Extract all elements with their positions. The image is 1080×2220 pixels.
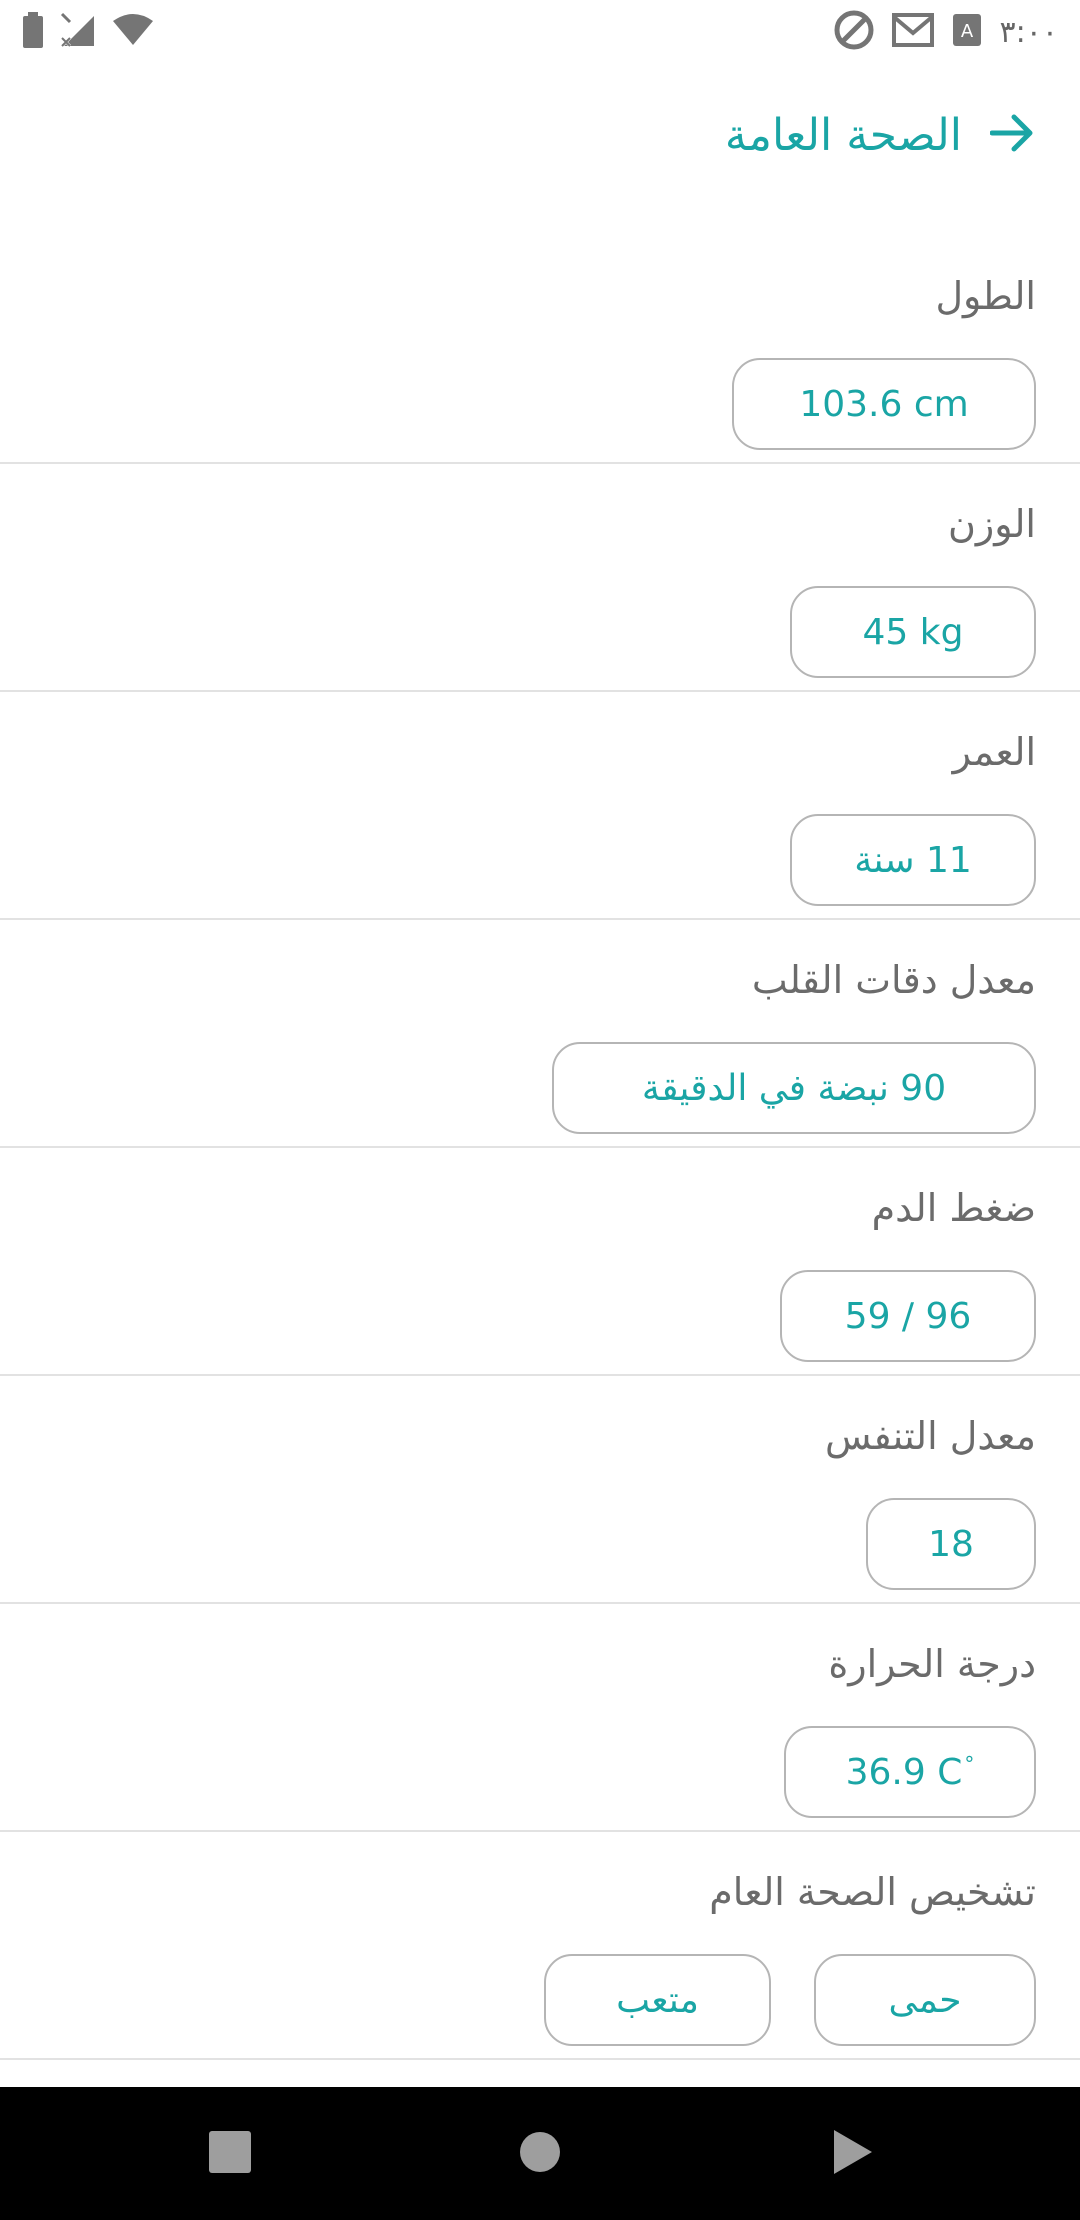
recent-apps-icon	[208, 2130, 252, 2178]
status-left	[22, 12, 154, 52]
header: الصحة العامة	[725, 100, 1036, 170]
do-not-disturb-icon	[834, 10, 874, 54]
respiration-rate-value: 18	[928, 1523, 974, 1565]
heart-rate-value-chip[interactable]: 90 نبضة في الدقيقة	[552, 1042, 1036, 1134]
home-icon	[518, 2130, 562, 2178]
height-value-chip[interactable]: 103.6 cm	[732, 358, 1036, 450]
blood-pressure-value: 59 / 96	[844, 1295, 972, 1337]
respiration-rate-value-chip[interactable]: 18	[866, 1498, 1036, 1590]
height-label: الطول	[935, 274, 1036, 318]
back-nav-button[interactable]	[782, 2087, 922, 2220]
blood-pressure-value-chip[interactable]: 59 / 96	[780, 1270, 1036, 1362]
home-button[interactable]	[470, 2087, 610, 2220]
diagnosis-tag[interactable]: حمى	[814, 1954, 1036, 2046]
blood-pressure-label: ضغط الدم	[871, 1186, 1036, 1230]
temperature-section: درجة الحرارة 36.9 C °	[0, 1604, 1080, 1832]
age-value: 11 سنة	[854, 839, 972, 881]
a-notification-icon: A	[952, 13, 982, 51]
signal-off-icon	[60, 12, 96, 52]
weight-label: الوزن	[947, 502, 1036, 546]
diagnosis-label: تشخيص الصحة العام	[709, 1870, 1036, 1914]
degree-mark: °	[964, 1751, 975, 1776]
temperature-label: درجة الحرارة	[828, 1642, 1036, 1686]
weight-section: الوزن 45 kg	[0, 464, 1080, 692]
height-value: 103.6 cm	[799, 383, 969, 425]
heart-rate-label: معدل دقات القلب	[751, 958, 1036, 1002]
status-bar: A ٣:٠٠	[0, 0, 1080, 64]
heart-rate-section: معدل دقات القلب 90 نبضة في الدقيقة	[0, 920, 1080, 1148]
weight-value: 45 kg	[862, 611, 964, 653]
weight-value-chip[interactable]: 45 kg	[790, 586, 1036, 678]
heart-rate-value: 90 نبضة في الدقيقة	[641, 1067, 947, 1109]
diagnosis-tag-label: حمى	[888, 1979, 962, 2021]
respiration-rate-section: معدل التنفس 18	[0, 1376, 1080, 1604]
height-section: الطول 103.6 cm	[0, 236, 1080, 464]
gmail-icon	[891, 13, 934, 51]
temperature-value-chip[interactable]: 36.9 C °	[784, 1726, 1036, 1818]
age-section: العمر 11 سنة	[0, 692, 1080, 920]
navigation-bar	[0, 2087, 1080, 2220]
status-right: A ٣:٠٠	[834, 10, 1058, 54]
status-time: ٣:٠٠	[999, 14, 1058, 50]
arrow-right-icon	[989, 113, 1034, 157]
diagnosis-tag[interactable]: متعب	[544, 1954, 771, 2046]
age-label: العمر	[952, 730, 1036, 774]
svg-text:A: A	[960, 21, 973, 42]
temperature-value-wrap: 36.9 C °	[846, 1752, 975, 1793]
respiration-rate-label: معدل التنفس	[824, 1414, 1036, 1458]
back-icon	[830, 2128, 874, 2180]
recent-apps-button[interactable]	[160, 2087, 300, 2220]
age-value-chip[interactable]: 11 سنة	[790, 814, 1036, 906]
diagnosis-tag-label: متعب	[616, 1979, 699, 2021]
temperature-value: 36.9 C	[845, 1751, 963, 1793]
screen: A ٣:٠٠ الصحة العامة الطول 103.6 cm الوزن…	[0, 0, 1080, 2220]
battery-icon	[22, 12, 44, 52]
blood-pressure-section: ضغط الدم 59 / 96	[0, 1148, 1080, 1376]
page-title: الصحة العامة	[724, 109, 962, 161]
wifi-icon	[112, 13, 154, 51]
diagnosis-section: تشخيص الصحة العام حمى متعب	[0, 1832, 1080, 2060]
back-button[interactable]	[988, 111, 1036, 159]
